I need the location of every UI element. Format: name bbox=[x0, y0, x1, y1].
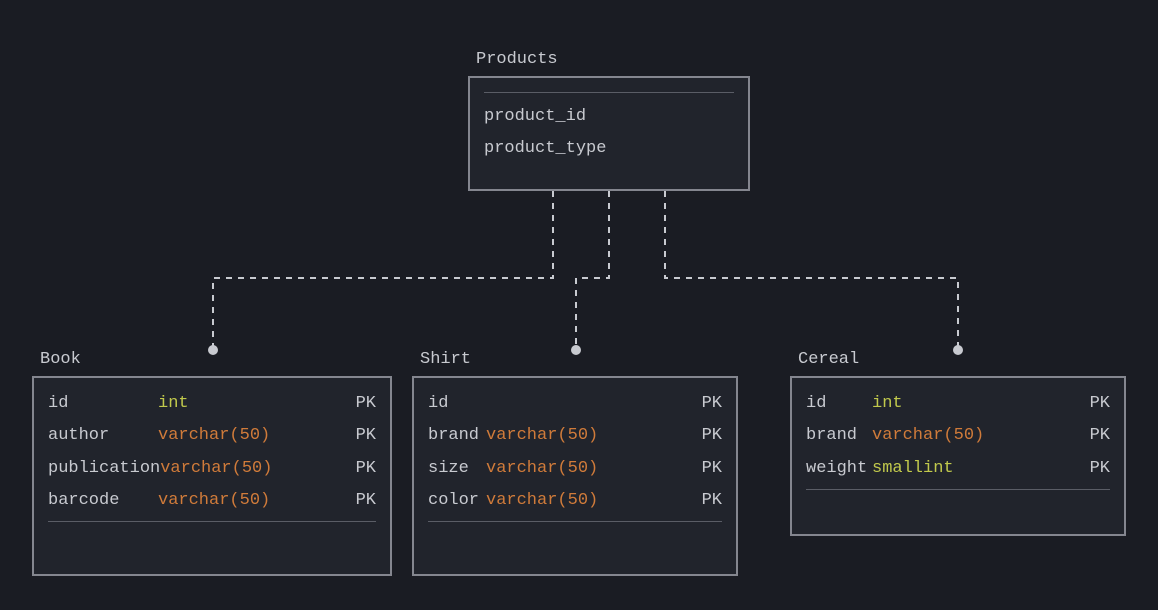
attribute-name: author bbox=[48, 420, 158, 452]
connector-line bbox=[665, 191, 958, 350]
attribute-type: varchar(50) bbox=[486, 453, 598, 485]
attribute-key: PK bbox=[678, 420, 722, 452]
attribute-key: PK bbox=[332, 485, 376, 517]
entity-title-cereal: Cereal bbox=[798, 350, 859, 369]
attribute-row: brandvarchar(50) PK bbox=[428, 420, 722, 452]
attribute-key: PK bbox=[678, 485, 722, 517]
connector-line bbox=[576, 191, 609, 350]
attribute-row: authorvarchar(50) PK bbox=[48, 420, 376, 452]
attribute-row: weightsmallint PK bbox=[806, 453, 1110, 485]
attribute-name: publication bbox=[48, 453, 160, 485]
attribute-row: product_type bbox=[484, 133, 734, 165]
attribute-type: int bbox=[158, 388, 189, 420]
attribute-name: id bbox=[48, 388, 158, 420]
entity-divider bbox=[48, 521, 376, 522]
entity-title-book: Book bbox=[40, 350, 81, 369]
attribute-key: PK bbox=[1066, 388, 1110, 420]
attribute-row: sizevarchar(50) PK bbox=[428, 453, 722, 485]
attribute-key: PK bbox=[332, 453, 376, 485]
entity-shirt: idPKbrandvarchar(50)PKsizevarchar(50)PKc… bbox=[412, 376, 738, 576]
attribute-row: id PK bbox=[428, 388, 722, 420]
attribute-key: PK bbox=[678, 388, 722, 420]
attribute-name: id bbox=[806, 388, 872, 420]
attribute-row: colorvarchar(50) PK bbox=[428, 485, 722, 517]
attribute-row: barcodevarchar(50) PK bbox=[48, 485, 376, 517]
connector-endpoint bbox=[953, 345, 963, 355]
attribute-name: size bbox=[428, 453, 486, 485]
attribute-row: product_id bbox=[484, 101, 734, 133]
entity-title-products: Products bbox=[476, 50, 558, 69]
attribute-name: product_type bbox=[484, 133, 606, 165]
attribute-name: color bbox=[428, 485, 486, 517]
attribute-row: publicationvarchar(50) PK bbox=[48, 453, 376, 485]
attribute-key: PK bbox=[1066, 420, 1110, 452]
attribute-name: product_id bbox=[484, 101, 586, 133]
attribute-key: PK bbox=[678, 453, 722, 485]
entity-divider bbox=[428, 521, 722, 522]
attribute-type: varchar(50) bbox=[158, 485, 270, 517]
attribute-name: brand bbox=[806, 420, 872, 452]
attribute-type: smallint bbox=[872, 453, 954, 485]
attribute-type: varchar(50) bbox=[486, 420, 598, 452]
entity-divider bbox=[484, 92, 734, 93]
connector-endpoint bbox=[571, 345, 581, 355]
connector-line bbox=[213, 191, 553, 350]
entity-title-shirt: Shirt bbox=[420, 350, 471, 369]
attribute-name: barcode bbox=[48, 485, 158, 517]
attribute-key: PK bbox=[332, 420, 376, 452]
entity-cereal: idint PK brandvarchar(50) PK weightsmallint P… bbox=[790, 376, 1126, 536]
attribute-name: weight bbox=[806, 453, 872, 485]
attribute-name: brand bbox=[428, 420, 486, 452]
attribute-name: id bbox=[428, 388, 486, 420]
attribute-key: PK bbox=[1066, 453, 1110, 485]
attribute-type: varchar(50) bbox=[486, 485, 598, 517]
attribute-type: varchar(50) bbox=[158, 420, 270, 452]
entity-products: product_idproduct_type bbox=[468, 76, 750, 191]
entity-book: idintPKauthorvarchar(50)PKpublicationvar… bbox=[32, 376, 392, 576]
diagram-canvas: Products product_idproduct_type Bookidin… bbox=[0, 0, 1158, 610]
attribute-type: varchar(50) bbox=[872, 420, 984, 452]
attribute-row: idint PK bbox=[48, 388, 376, 420]
attribute-type: int bbox=[872, 388, 903, 420]
connector-endpoint bbox=[208, 345, 218, 355]
attribute-key: PK bbox=[332, 388, 376, 420]
attribute-row: brandvarchar(50) PK bbox=[806, 420, 1110, 452]
entity-divider bbox=[806, 489, 1110, 490]
attribute-type: varchar(50) bbox=[160, 453, 272, 485]
attribute-row: idint PK bbox=[806, 388, 1110, 420]
